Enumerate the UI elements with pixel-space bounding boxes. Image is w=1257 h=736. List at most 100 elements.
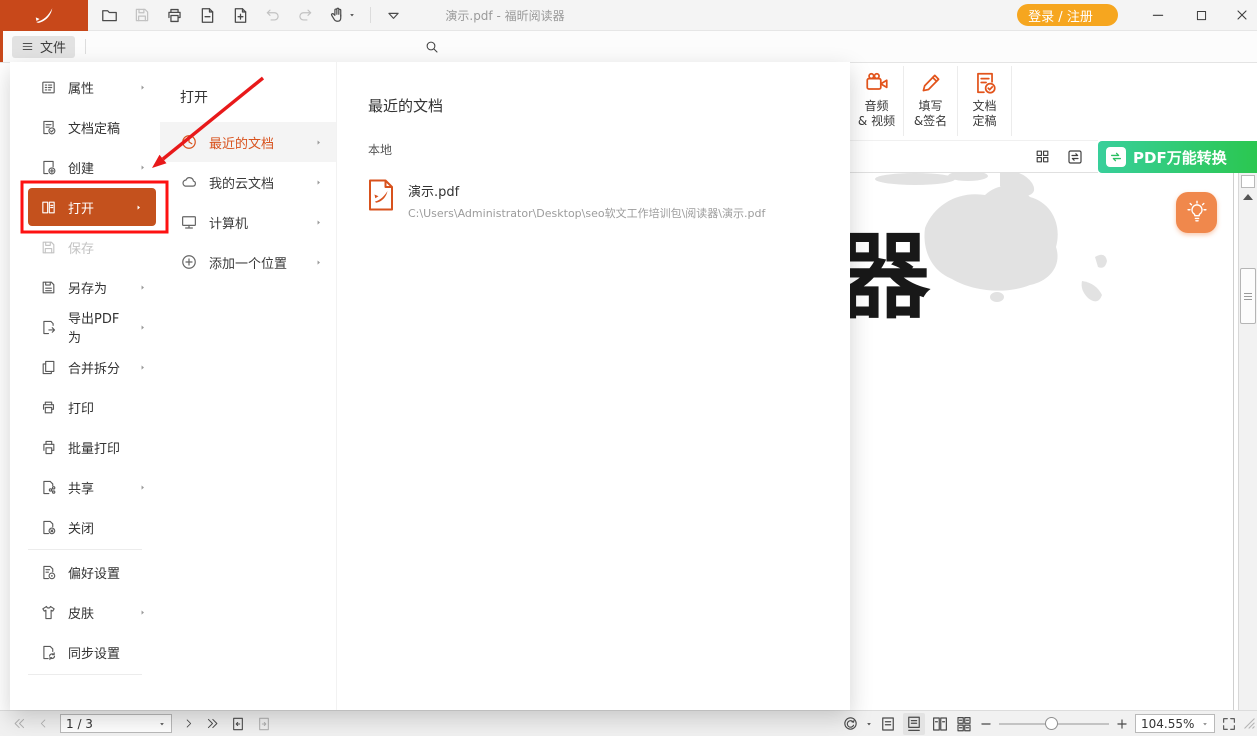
submenu-arrow-icon: [314, 138, 323, 147]
file-menu-item[interactable]: 属性: [10, 67, 160, 107]
file-menu-item[interactable]: 关闭: [10, 507, 160, 547]
facing-continuous-view-icon[interactable]: [955, 715, 973, 733]
recent-documents-title: 最近的文档: [368, 95, 850, 116]
submenu-arrow-icon: [138, 608, 147, 617]
open-file-icon[interactable]: [100, 6, 119, 25]
file-menu-item[interactable]: 文档定稿: [10, 107, 160, 147]
login-register-button[interactable]: 登录 / 注册: [1017, 4, 1118, 26]
ribbon-group-label: 填写: [904, 99, 957, 114]
convert-label: PDF万能转换: [1133, 147, 1227, 168]
file-menu-sidebar: 属性 文档定稿 创建 打开 保存: [10, 62, 160, 710]
menu-bar: 文件: [0, 31, 1257, 63]
submenu-arrow-icon: [314, 178, 323, 187]
submenu-arrow-icon: [138, 163, 147, 172]
app-logo[interactable]: [0, 0, 88, 31]
single-page-view-icon[interactable]: [879, 715, 897, 733]
ribbon-group-label: 文档: [958, 99, 1011, 114]
file-menu-item[interactable]: 另存为: [10, 267, 160, 307]
batchprint-icon: [40, 439, 57, 456]
search-icon[interactable]: [424, 39, 440, 55]
window-title: 演示.pdf - 福昕阅读器: [300, 0, 710, 30]
backstage-edge-accent: [0, 30, 3, 62]
login-label: 登录 / 注册: [1028, 6, 1093, 25]
scroll-up-arrow-icon[interactable]: [1243, 194, 1253, 200]
ribbon-group-button[interactable]: 音频 & 视频: [850, 66, 904, 136]
menu-item-label: 打开: [68, 198, 94, 217]
undo-icon: [264, 6, 282, 24]
skin-icon: [40, 604, 57, 621]
zoom-slider-knob[interactable]: [1045, 717, 1058, 730]
ribbon-group-button[interactable]: 填写 &签名: [904, 66, 958, 136]
recent-file-item[interactable]: 演示.pdf C:\Users\Administrator\Desktop\se…: [368, 179, 850, 221]
menu-item-label: 保存: [68, 238, 94, 257]
next-page-icon[interactable]: [182, 717, 195, 730]
maximize-button[interactable]: [1188, 3, 1214, 27]
last-page-icon[interactable]: [205, 716, 220, 731]
zoom-out-icon[interactable]: [979, 717, 993, 731]
page-number-input[interactable]: 1 / 3: [60, 714, 172, 733]
resize-grip-icon[interactable]: [1243, 717, 1256, 730]
file-menu-item[interactable]: 批量打印: [10, 427, 160, 467]
open-location-item[interactable]: 我的云文档: [160, 162, 336, 202]
pdf-convert-button[interactable]: PDF万能转换: [1098, 141, 1257, 173]
submenu-arrow-icon: [138, 83, 147, 92]
previous-page-icon: [37, 717, 50, 730]
file-menu-item[interactable]: 皮肤: [10, 592, 160, 632]
menu-item-label: 偏好设置: [68, 563, 120, 582]
print-icon[interactable]: [165, 6, 184, 25]
open-location-item[interactable]: 计算机: [160, 202, 336, 242]
page-indicator: 1 / 3: [66, 717, 93, 731]
local-group-label: 本地: [368, 141, 850, 158]
thumbnail-grid-icon[interactable]: [1034, 148, 1051, 165]
fullscreen-icon[interactable]: [1221, 716, 1237, 732]
caret-down-icon: [1201, 720, 1209, 728]
menu-item-label: 共享: [68, 478, 94, 497]
ribbon-group-label: 音频: [850, 99, 903, 114]
ribbon-group-button[interactable]: 文档 定稿: [958, 66, 1012, 136]
minimize-button[interactable]: [1145, 3, 1171, 27]
save-icon: [40, 239, 57, 256]
saveas-icon: [40, 279, 57, 296]
lightbulb-icon: [1184, 200, 1210, 226]
zoom-slider[interactable]: [999, 723, 1109, 725]
prefs-icon: [40, 564, 57, 581]
properties-icon: [40, 79, 57, 96]
delete-page-icon[interactable]: [198, 6, 217, 25]
zoom-in-icon[interactable]: [1115, 717, 1129, 731]
continuous-view-button[interactable]: [903, 713, 925, 735]
tips-bulb-button[interactable]: [1176, 192, 1217, 233]
menu-item-label: 另存为: [68, 278, 107, 297]
previous-view-icon[interactable]: [230, 716, 246, 732]
finalize-icon: [972, 70, 998, 96]
menu-item-label: 批量打印: [68, 438, 120, 457]
vertical-scrollbar[interactable]: [1238, 173, 1257, 710]
file-menu-button[interactable]: 文件: [12, 36, 75, 58]
convert-tools-icon[interactable]: [1066, 148, 1084, 166]
open-location-item[interactable]: 添加一个位置: [160, 242, 336, 282]
file-menu-item[interactable]: 打开: [28, 188, 156, 226]
menu-item-label: 导出PDF为: [68, 308, 127, 346]
submenu-arrow-icon: [138, 283, 147, 292]
sync-icon: [40, 644, 57, 661]
file-menu-item[interactable]: 打印: [10, 387, 160, 427]
zoom-level-input[interactable]: 104.55%: [1135, 714, 1215, 733]
facing-view-icon[interactable]: [931, 715, 949, 733]
location-label: 我的云文档: [209, 173, 274, 192]
menu-item-label: 合并拆分: [68, 358, 120, 377]
file-menu-item[interactable]: 合并拆分: [10, 347, 160, 387]
file-menu-item[interactable]: 创建: [10, 147, 160, 187]
insert-page-icon[interactable]: [231, 6, 250, 25]
close-button[interactable]: [1229, 3, 1255, 27]
location-label: 计算机: [209, 213, 248, 232]
scrollbar-thumb[interactable]: [1240, 268, 1256, 324]
file-menu-item[interactable]: 同步设置: [10, 632, 160, 672]
title-bar: 演示.pdf - 福昕阅读器 登录 / 注册: [0, 0, 1257, 31]
file-menu-item[interactable]: 偏好设置: [10, 552, 160, 592]
file-menu-item[interactable]: 共享: [10, 467, 160, 507]
open-location-item[interactable]: 最近的文档: [160, 122, 336, 162]
chevron-down-icon: [1099, 11, 1107, 19]
file-menu-item[interactable]: 保存: [10, 227, 160, 267]
file-menu-item[interactable]: 导出PDF为: [10, 307, 160, 347]
caret-down-icon[interactable]: [865, 720, 873, 728]
auto-scroll-icon[interactable]: [842, 715, 859, 732]
